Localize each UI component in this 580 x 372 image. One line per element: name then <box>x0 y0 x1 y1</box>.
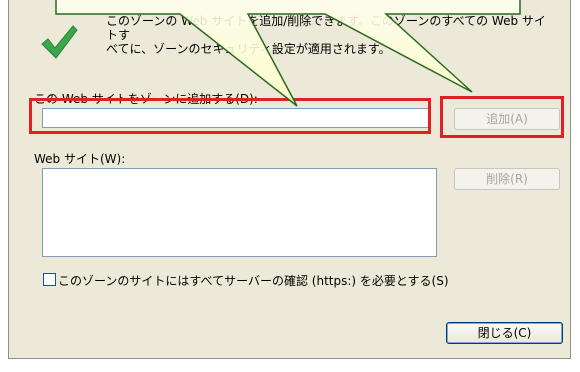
close-button[interactable]: 閉じる(C) <box>446 322 563 344</box>
checkmark-icon <box>41 25 78 59</box>
description-line-1: このゾーンの Web サイトを追加/削除できます。このゾーンのすべての Web … <box>106 14 546 42</box>
zone-description: このゾーンの Web サイトを追加/削除できます。このゾーンのすべての Web … <box>106 14 546 56</box>
highlight-add-button <box>440 96 564 138</box>
https-checkbox[interactable] <box>43 273 56 286</box>
https-checkbox-label[interactable]: このゾーンのサイトにはすべてサーバーの確認 (https:) を必要とする(S) <box>58 272 449 289</box>
websites-list[interactable] <box>42 168 437 257</box>
highlight-add-site-input <box>29 98 431 134</box>
description-line-2: べてに、ゾーンのセキュリティ設定が適用されます。 <box>106 42 391 56</box>
remove-button[interactable]: 削除(R) <box>454 168 560 190</box>
websites-label: Web サイト(W): <box>34 152 126 166</box>
trusted-sites-dialog: このゾーンの Web サイトを追加/削除できます。このゾーンのすべての Web … <box>8 0 571 359</box>
